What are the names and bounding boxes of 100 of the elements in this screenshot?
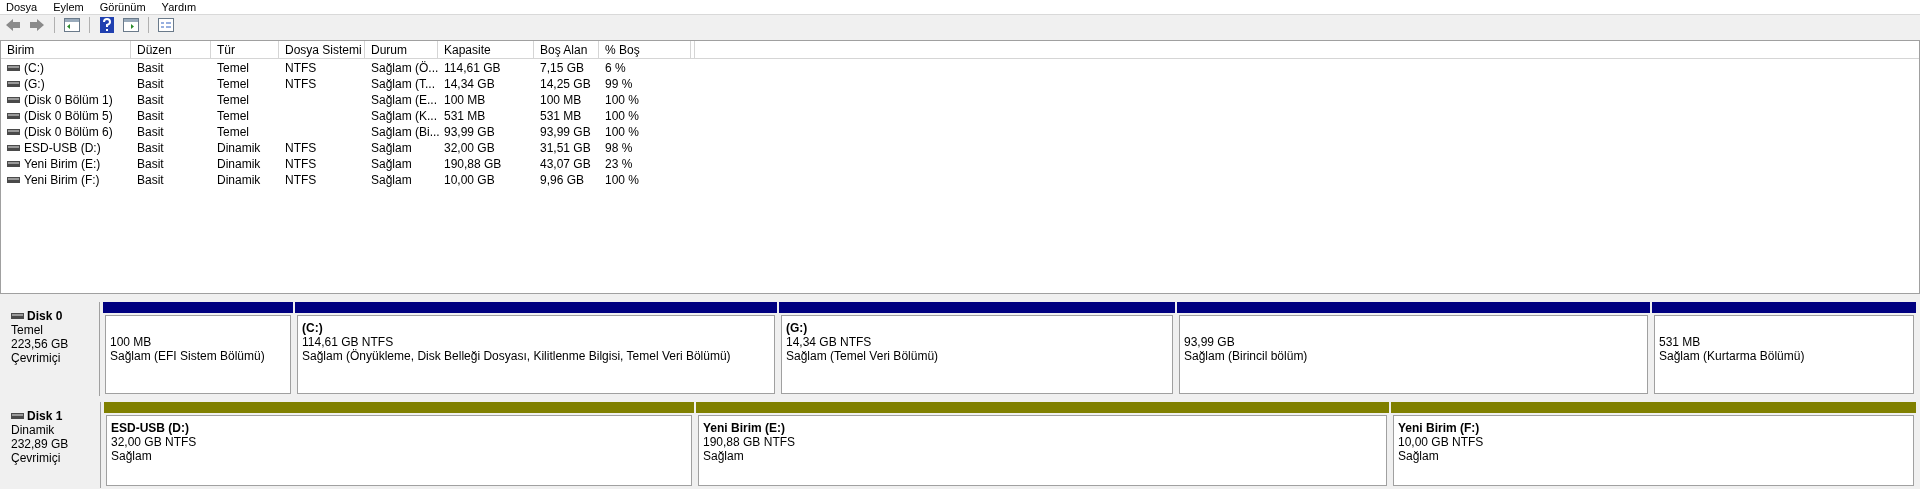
table-cell-text: 190,88 GB (444, 155, 502, 173)
disk-size: 223,56 GB (11, 337, 70, 351)
table-cell-text: Basit (137, 139, 164, 157)
partition-status: Sağlam (Önyükleme, Disk Belleği Dosyası, Kilitlenme Bilgisi, Temel Veri Bölümü) (302, 349, 732, 363)
table-cell-text: Temel (217, 107, 249, 125)
table-cell-text: Basit (137, 91, 164, 109)
disk-name: Disk 1 (27, 409, 63, 423)
menu-item[interactable]: Yardım (161, 1, 197, 13)
table-cell-text: NTFS (285, 171, 317, 189)
drive-icon (7, 80, 20, 87)
partition-status: Sağlam (111, 449, 153, 463)
partition-status: Sağlam (703, 449, 745, 463)
partition-label: (C:) (302, 321, 324, 335)
column-header[interactable]: Düzen (131, 41, 211, 58)
table-cell-text: (G:) (24, 75, 45, 93)
table-cell-text: 31,51 GB (540, 139, 591, 157)
drive-icon (7, 160, 20, 167)
table-cell-text: 100 % (605, 123, 640, 141)
partition-block[interactable]: 93,99 GB Sağlam (Birincil bölüm) (1177, 302, 1650, 396)
partition-status: Sağlam (Temel Veri Bölümü) (786, 349, 940, 363)
partition-size: 531 MB (1659, 335, 1702, 349)
partition-label: (G:) (786, 321, 809, 335)
table-cell-text: 531 MB (444, 107, 486, 125)
partition-size: 93,99 GB (1184, 335, 1236, 349)
partition-block[interactable]: Yeni Birim (E:) 190,88 GB NTFS Sağlam (696, 402, 1389, 488)
table-cell-text: Temel (217, 91, 249, 109)
table-cell-text: 100 MB (444, 91, 486, 109)
table-cell-text: 100 % (605, 171, 640, 189)
partition-status: Sağlam (Birincil bölüm) (1184, 349, 1309, 363)
table-cell-text: Dinamik (217, 171, 261, 189)
table-cell-text: 93,99 GB (540, 123, 591, 141)
table-cell-text: 23 % (605, 155, 633, 173)
disk-name: Disk 0 (27, 309, 63, 323)
drive-icon (7, 128, 20, 135)
table-cell-text: Basit (137, 75, 164, 93)
table-cell-text: ESD-USB (D:) (24, 139, 101, 157)
partition-status: Sağlam (1398, 449, 1440, 463)
table-cell-text: NTFS (285, 139, 317, 157)
table-cell-text: (Disk 0 Bölüm 5) (24, 107, 113, 125)
menu-item[interactable]: Görünüm (99, 1, 146, 13)
disk-type: Dinamik (11, 423, 56, 437)
partition-size: 100 MB (110, 335, 153, 349)
table-cell-text: Basit (137, 107, 164, 125)
table-cell-text: 531 MB (540, 107, 582, 125)
table-cell-text: Yeni Birim (E:) (24, 155, 101, 173)
column-header[interactable]: Dosya Sistemi (279, 41, 365, 58)
partition-size: 32,00 GB NTFS (111, 435, 198, 449)
table-cell-text: 43,07 GB (540, 155, 591, 173)
column-header[interactable]: % Boş (599, 41, 691, 58)
table-cell-text: Sağlam (371, 171, 412, 189)
table-cell-text: (Disk 0 Bölüm 1) (24, 91, 113, 109)
table-cell-text: 98 % (605, 139, 633, 157)
disk-status: Çevrimiçi (11, 451, 62, 465)
table-cell-text: Sağlam (371, 155, 412, 173)
column-header[interactable]: Durum (365, 41, 438, 58)
table-cell-text: Dinamik (217, 139, 261, 157)
disk-size: 232,89 GB (11, 437, 70, 451)
drive-icon (7, 112, 20, 119)
table-cell-text: Basit (137, 171, 164, 189)
drive-icon (7, 176, 20, 183)
menu-item[interactable]: Eylem (53, 1, 84, 13)
table-cell-text: Sağlam (371, 139, 412, 157)
partition-block[interactable]: 531 MB Sağlam (Kurtarma Bölümü) (1652, 302, 1916, 396)
table-cell-text: 10,00 GB (444, 171, 495, 189)
column-header[interactable]: Boş Alan (534, 41, 599, 58)
drive-icon (7, 144, 20, 151)
table-cell-text: NTFS (285, 75, 317, 93)
table-cell-text: 32,00 GB (444, 139, 495, 157)
table-cell-text: Sağlam (E... (371, 91, 438, 109)
table-cell-text: Sağlam (Bi... (371, 123, 440, 141)
table-cell-text: Sağlam (K... (371, 107, 438, 125)
partition-block[interactable]: 100 MB Sağlam (EFI Sistem Bölümü) (103, 302, 293, 396)
partition-size: 14,34 GB NTFS (786, 335, 873, 349)
partition-block[interactable]: ESD-USB (D:) 32,00 GB NTFS Sağlam (104, 402, 694, 488)
table-cell-text: Temel (217, 75, 249, 93)
table-cell-text: 6 % (605, 59, 626, 77)
table-cell-text: (Disk 0 Bölüm 6) (24, 123, 113, 141)
table-cell-text: NTFS (285, 59, 317, 77)
table-cell-text: Basit (137, 59, 164, 77)
disk-status: Çevrimiçi (11, 351, 62, 365)
partition-block[interactable]: (C:) 114,61 GB NTFS Sağlam (Önyükleme, Disk Belleği Dosyası, Kilitlenme Bilgisi, Temel Veri Bölümü) (295, 302, 777, 396)
table-cell-text: Dinamik (217, 155, 261, 173)
drive-icon (11, 413, 24, 419)
column-header[interactable]: Tür (211, 41, 279, 58)
table-cell-text: 114,61 GB (444, 59, 501, 77)
partition-block[interactable]: Yeni Birim (F:) 10,00 GB NTFS Sağlam (1391, 402, 1916, 488)
column-header[interactable]: Kapasite (438, 41, 534, 58)
menu-item[interactable]: Dosya (6, 1, 38, 13)
table-cell-text: 100 % (605, 107, 640, 125)
table-cell-text: NTFS (285, 155, 317, 173)
table-cell-text: 100 % (605, 91, 640, 109)
table-cell-text: Temel (217, 123, 249, 141)
column-header[interactable]: Birim (1, 41, 131, 58)
partition-size: 114,61 GB NTFS (302, 335, 395, 349)
table-cell-text: 7,15 GB (540, 59, 585, 77)
partition-block[interactable]: (G:) 14,34 GB NTFS Sağlam (Temel Veri Bölümü) (779, 302, 1175, 396)
partition-label: Yeni Birim (F:) (1398, 421, 1481, 435)
partition-size: 10,00 GB NTFS (1398, 435, 1485, 449)
table-cell-text: Temel (217, 59, 249, 77)
partition-label: Yeni Birim (E:) (703, 421, 786, 435)
